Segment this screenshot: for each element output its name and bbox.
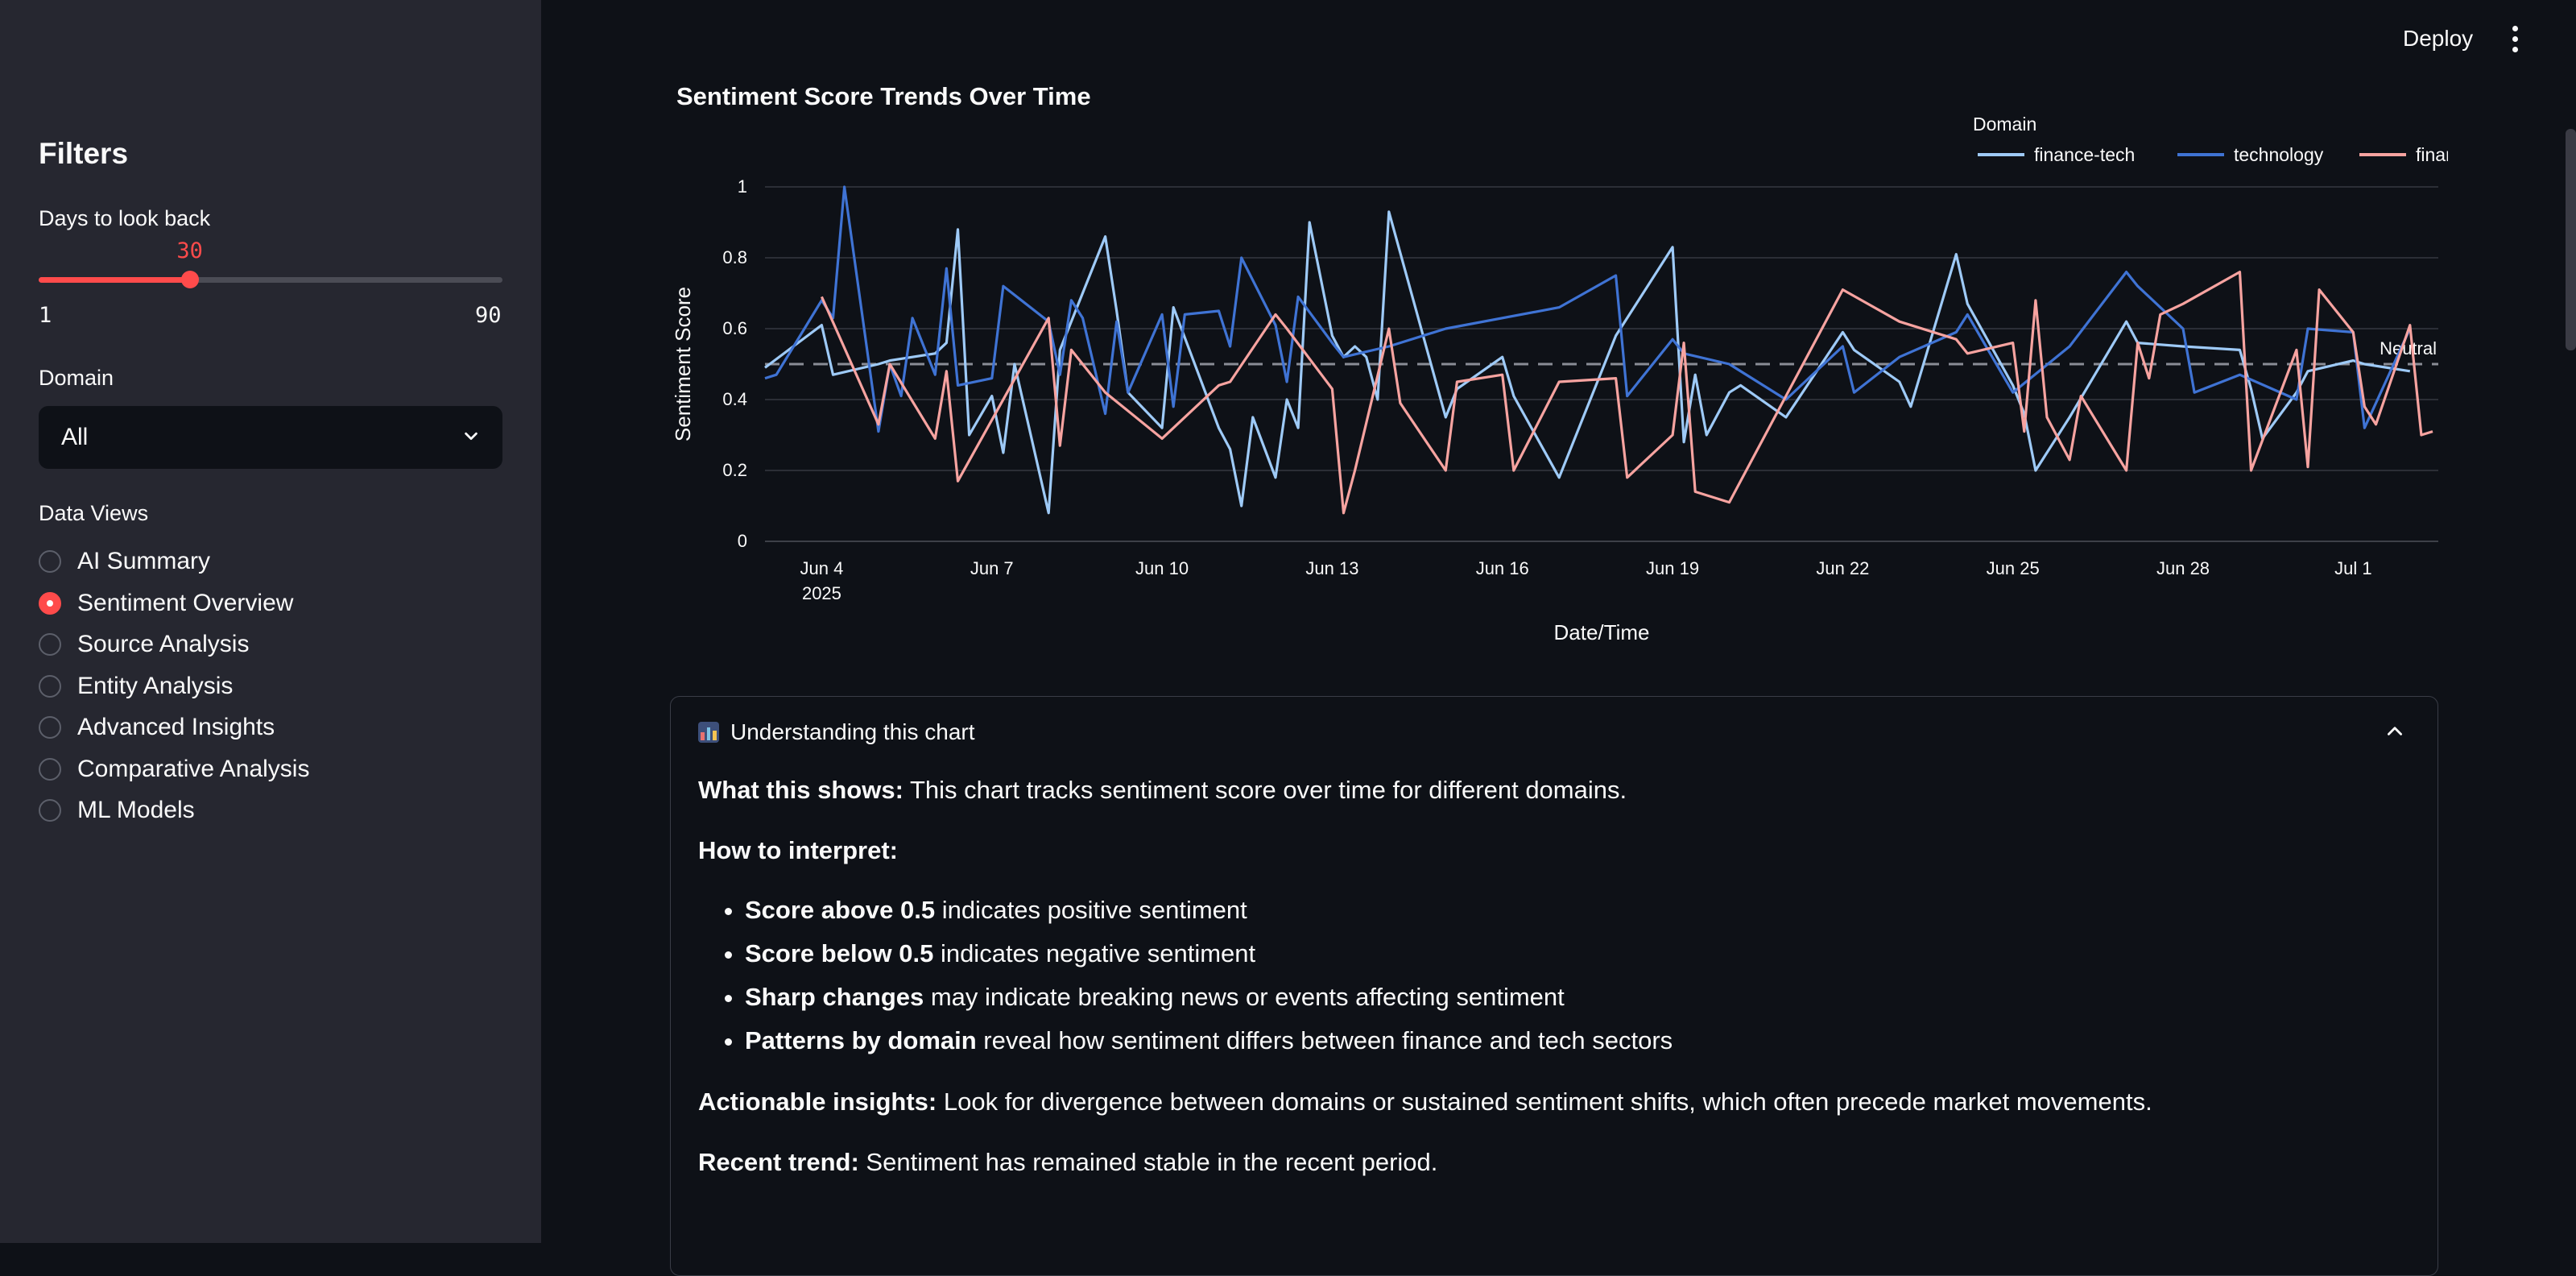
radio-button[interactable]: [39, 633, 61, 656]
actionable-text: Look for divergence between domains or s…: [937, 1087, 2152, 1116]
radio-label: Source Analysis: [77, 631, 250, 657]
interpretation-item: Score above 0.5 indicates positive senti…: [745, 894, 2405, 926]
radio-label: Sentiment Overview: [77, 589, 294, 616]
expander-title: Understanding this chart: [730, 719, 975, 744]
x-tick-label: Jul 1: [2334, 558, 2371, 578]
series-line-finance-tech: [764, 210, 2411, 515]
chevron-up-icon[interactable]: [2384, 723, 2405, 739]
legend-label-technology: technology: [2234, 144, 2324, 165]
x-tick-label: Jun 28: [2156, 558, 2210, 578]
x-tick-label: Jun 10: [1135, 558, 1189, 578]
y-tick-label: 0.4: [722, 389, 747, 409]
y-axis-label: Sentiment Score: [671, 287, 695, 441]
what-label: What this shows:: [698, 776, 903, 804]
domain-select[interactable]: All: [39, 406, 502, 469]
interpretation-item: Score below 0.5 indicates negative senti…: [745, 938, 2405, 970]
data-views-label: Data Views: [39, 501, 149, 525]
x-tick-label: Jun 4: [800, 558, 844, 578]
radio-button[interactable]: [39, 757, 61, 781]
interpretation-term: Score above 0.5: [745, 895, 936, 924]
x-tick-label: Jun 13: [1305, 558, 1358, 578]
interpretation-term: Patterns by domain: [745, 1026, 977, 1055]
deploy-button[interactable]: Deploy: [2403, 26, 2473, 52]
kebab-menu-icon[interactable]: [2511, 26, 2519, 53]
domain-select-label: Domain: [39, 366, 114, 390]
y-tick-label: 0.2: [722, 460, 747, 480]
x-tick-label: Jun 7: [970, 558, 1014, 578]
how-to-interpret: How to interpret:: [698, 835, 2405, 867]
chart-explanation-expander: Understanding this chart What this shows…: [670, 696, 2438, 1276]
radio-option-advanced-insights[interactable]: Advanced Insights: [39, 711, 275, 744]
x-tick-label: Jun 25: [1987, 558, 2040, 578]
radio-option-entity-analysis[interactable]: Entity Analysis: [39, 670, 233, 702]
interpretation-text: reveal how sentiment differs between fin…: [976, 1026, 1673, 1055]
radio-option-sentiment-overview[interactable]: Sentiment Overview: [39, 587, 293, 619]
recent-text: Sentiment has remained stable in the rec…: [858, 1148, 1438, 1177]
radio-button[interactable]: [39, 716, 61, 739]
radio-label: ML Models: [77, 797, 195, 823]
interpretation-item: Sharp changes may indicate breaking news…: [745, 981, 2405, 1013]
chevron-down-icon: [465, 432, 478, 441]
interpretation-term: Score below 0.5: [745, 938, 934, 967]
days-slider-value: 30: [176, 238, 203, 263]
neutral-label: Neutral: [2380, 338, 2437, 358]
recent-label: Recent trend:: [698, 1148, 859, 1177]
radio-label: Entity Analysis: [77, 672, 234, 699]
days-slider-label: Days to look back: [39, 206, 211, 230]
x-axis-label: Date/Time: [1554, 620, 1650, 644]
days-slider-max: 90: [475, 303, 502, 328]
days-slider[interactable]: [39, 271, 502, 288]
days-slider-thumb[interactable]: [180, 271, 199, 288]
radio-button[interactable]: [39, 674, 61, 698]
x-tick-year-label: 2025: [802, 583, 841, 603]
legend-title: Domain: [1973, 114, 2036, 135]
actionable-insights: Actionable insights: Look for divergence…: [698, 1086, 2405, 1118]
radio-option-ai-summary[interactable]: AI Summary: [39, 545, 210, 578]
expander-header[interactable]: Understanding this chart: [698, 719, 975, 745]
interpretation-item: Patterns by domain reveal how sentiment …: [745, 1025, 2405, 1057]
recent-trend: Recent trend: Sentiment has remained sta…: [698, 1146, 2405, 1179]
interpretation-term: Sharp changes: [745, 983, 924, 1012]
radio-option-ml-models[interactable]: ML Models: [39, 794, 195, 826]
y-tick-label: 0: [738, 531, 747, 551]
x-tick-label: Jun 16: [1476, 558, 1529, 578]
radio-label: Advanced Insights: [77, 714, 275, 740]
radio-option-comparative-analysis[interactable]: Comparative Analysis: [39, 753, 309, 785]
main-scrollbar[interactable]: [2566, 129, 2576, 350]
radio-button[interactable]: [39, 591, 61, 615]
days-slider-fill: [39, 277, 190, 283]
y-tick-label: 1: [738, 176, 747, 197]
radio-label: Comparative Analysis: [77, 755, 310, 782]
actionable-label: Actionable insights:: [698, 1087, 937, 1116]
interpretation-text: indicates negative sentiment: [933, 938, 1256, 967]
days-slider-min: 1: [39, 303, 52, 328]
y-tick-label: 0.6: [722, 318, 747, 338]
what-this-shows: What this shows: This chart tracks senti…: [698, 774, 2405, 806]
interpretation-text: may indicate breaking news or events aff…: [924, 983, 1565, 1012]
what-text: This chart tracks sentiment score over t…: [903, 776, 1627, 804]
radio-label: AI Summary: [77, 548, 211, 574]
x-tick-label: Jun 19: [1646, 558, 1699, 578]
radio-option-source-analysis[interactable]: Source Analysis: [39, 628, 249, 661]
y-tick-label: 0.8: [722, 247, 747, 267]
x-tick-label: Jun 22: [1816, 558, 1869, 578]
legend-label-finance: finance: [2416, 144, 2448, 165]
sidebar-title: Filters: [39, 137, 129, 170]
expander-body: What this shows: This chart tracks senti…: [698, 774, 2405, 1207]
legend-label-finance-tech: finance-tech: [2034, 144, 2135, 165]
sentiment-line-chart: 0 0.2 0.4 0.6 0.8 1 Jun 4 2025 Jun 7 Jun 10 Jun 13…: [671, 114, 2448, 644]
domain-select-value: All: [61, 424, 89, 450]
radio-button[interactable]: [39, 550, 61, 573]
radio-button[interactable]: [39, 799, 61, 822]
interpretation-list: Score above 0.5 indicates positive senti…: [698, 894, 2405, 1058]
bar-chart-icon: [698, 722, 719, 743]
interpretation-text: indicates positive sentiment: [935, 895, 1247, 924]
sidebar: Filters Days to look back 30 1 90 Domain…: [0, 0, 541, 1243]
how-label: How to interpret:: [698, 836, 898, 865]
